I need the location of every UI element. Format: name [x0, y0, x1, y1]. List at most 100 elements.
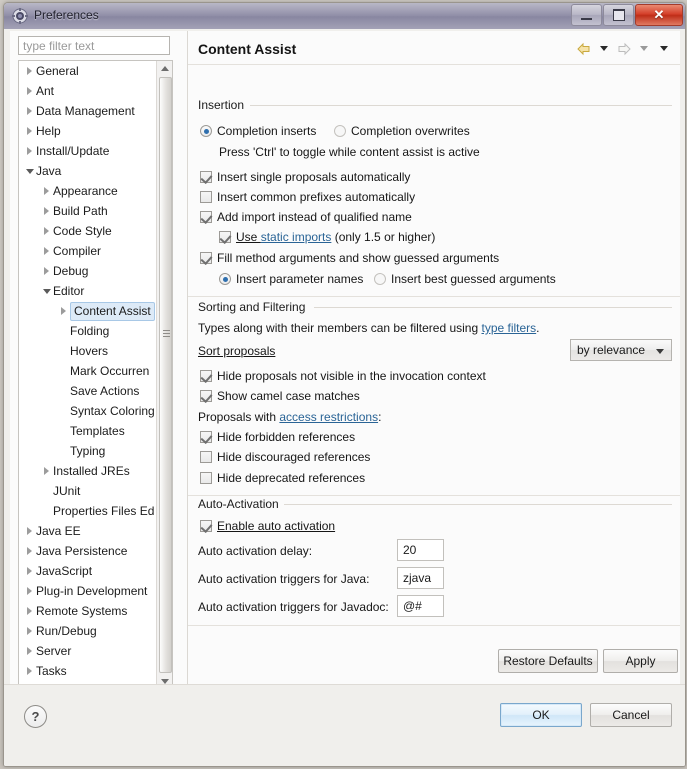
chevron-right-icon[interactable] — [25, 641, 36, 661]
back-arrow-icon[interactable] — [575, 41, 592, 56]
tree-item-editor[interactable]: Editor — [19, 281, 158, 301]
hide-deprecated-checkbox[interactable]: Hide deprecated references — [200, 471, 365, 485]
tree-item-general[interactable]: General — [19, 61, 158, 81]
hide-forbidden-checkbox[interactable]: Hide forbidden references — [200, 430, 355, 444]
tree-item-run-debug[interactable]: Run/Debug — [19, 621, 158, 641]
insert-best-guessed-radio[interactable]: Insert best guessed arguments — [374, 272, 556, 286]
chevron-right-icon[interactable] — [25, 661, 36, 675]
ok-button[interactable]: OK — [500, 703, 582, 727]
chevron-right-icon[interactable] — [59, 301, 70, 321]
javadoc-triggers-label: Auto activation triggers for Javadoc: — [198, 600, 389, 614]
use-static-imports-checkbox[interactable]: Use static imports (only 1.5 or higher) — [219, 230, 435, 244]
filter-input[interactable]: type filter text — [18, 36, 170, 55]
tree-item-java[interactable]: Java — [19, 161, 158, 181]
maximize-button[interactable] — [603, 4, 634, 26]
tree-item-javascript[interactable]: JavaScript — [19, 561, 158, 581]
forward-history-chevron-down-icon[interactable] — [635, 41, 652, 56]
tree-item-java-ee[interactable]: Java EE — [19, 521, 158, 541]
chevron-right-icon[interactable] — [42, 461, 53, 481]
chevron-right-icon[interactable] — [25, 581, 36, 601]
tree-item-installed-jres[interactable]: Installed JREs — [19, 461, 158, 481]
type-filters-link[interactable]: type filters — [481, 321, 536, 335]
chevron-down-icon[interactable] — [42, 281, 53, 301]
chevron-right-icon[interactable] — [25, 141, 36, 161]
chevron-right-icon[interactable] — [25, 561, 36, 581]
view-menu-chevron-down-icon[interactable] — [655, 41, 672, 56]
tree-item-install-update[interactable]: Install/Update — [19, 141, 158, 161]
restore-defaults-button[interactable]: Restore Defaults — [498, 649, 598, 673]
chevron-right-icon[interactable] — [25, 541, 36, 561]
tree-item-server[interactable]: Server — [19, 641, 158, 661]
back-history-chevron-down-icon[interactable] — [595, 41, 612, 56]
auto-activation-delay-input[interactable]: 20 — [397, 539, 444, 561]
tree-vertical-scrollbar[interactable] — [156, 61, 172, 689]
tree-item-help[interactable]: Help — [19, 121, 158, 141]
static-imports-link[interactable]: static imports — [261, 230, 332, 244]
chevron-right-icon[interactable] — [25, 101, 36, 121]
minimize-button[interactable] — [571, 4, 602, 26]
vertical-scroll-thumb[interactable] — [159, 77, 172, 673]
tree-item-folding[interactable]: Folding — [19, 321, 158, 341]
tree-item-tasks[interactable]: Tasks — [19, 661, 158, 675]
hide-not-visible-checkbox[interactable]: Hide proposals not visible in the invoca… — [200, 369, 486, 383]
tree-item-junit[interactable]: JUnit — [19, 481, 158, 501]
help-button[interactable]: ? — [24, 705, 47, 728]
insert-single-proposals-checkbox[interactable]: Insert single proposals automatically — [200, 170, 410, 184]
chevron-right-icon[interactable] — [25, 621, 36, 641]
chevron-right-icon[interactable] — [25, 81, 36, 101]
chevron-right-icon[interactable] — [25, 601, 36, 621]
tree-item-data-management[interactable]: Data Management — [19, 101, 158, 121]
tree-item-templates[interactable]: Templates — [19, 421, 158, 441]
javadoc-triggers-input[interactable]: @# — [397, 595, 444, 617]
enable-auto-activation-checkbox[interactable]: Enable auto activation — [200, 519, 335, 533]
add-import-checkbox[interactable]: Add import instead of qualified name — [200, 210, 412, 224]
tree-item-plug-in-development[interactable]: Plug-in Development — [19, 581, 158, 601]
cancel-button[interactable]: Cancel — [590, 703, 672, 727]
close-button[interactable]: ✕ — [635, 4, 683, 26]
completion-overwrites-radio[interactable]: Completion overwrites — [334, 124, 470, 138]
show-camel-case-checkbox[interactable]: Show camel case matches — [200, 389, 360, 403]
chevron-right-icon[interactable] — [42, 221, 53, 241]
tree-item-hovers[interactable]: Hovers — [19, 341, 158, 361]
access-restrictions-link[interactable]: access restrictions — [279, 410, 378, 424]
tree-item-remote-systems[interactable]: Remote Systems — [19, 601, 158, 621]
chevron-right-icon[interactable] — [42, 181, 53, 201]
tree-item-content-assist[interactable]: Content Assist — [19, 301, 158, 321]
sorting-bottom-separator — [188, 495, 680, 496]
apply-button[interactable]: Apply — [603, 649, 678, 673]
insert-parameter-names-radio[interactable]: Insert parameter names — [219, 272, 363, 286]
chevron-right-icon[interactable] — [42, 261, 53, 281]
tree-item-appearance[interactable]: Appearance — [19, 181, 158, 201]
hide-deprecated-label: Hide deprecated references — [217, 471, 366, 485]
sort-proposals-dropdown[interactable]: by relevance — [570, 339, 672, 361]
hide-discouraged-checkbox[interactable]: Hide discouraged references — [200, 450, 370, 464]
tree-item-java-persistence[interactable]: Java Persistence — [19, 541, 158, 561]
tree-item-compiler[interactable]: Compiler — [19, 241, 158, 261]
chevron-right-icon[interactable] — [25, 521, 36, 541]
insert-common-prefixes-checkbox[interactable]: Insert common prefixes automatically — [200, 190, 415, 204]
completion-inserts-radio[interactable]: Completion inserts — [200, 124, 316, 138]
tree-item-label: Syntax Coloring — [70, 404, 155, 418]
tree-item-code-style[interactable]: Code Style — [19, 221, 158, 241]
tree-item-properties-files-ed[interactable]: Properties Files Ed — [19, 501, 158, 521]
tree-item-ant[interactable]: Ant — [19, 81, 158, 101]
chevron-right-icon[interactable] — [42, 241, 53, 261]
tree-item-build-path[interactable]: Build Path — [19, 201, 158, 221]
auto-activation-group-label: Auto-Activation — [198, 497, 284, 511]
fill-method-arguments-checkbox[interactable]: Fill method arguments and show guessed a… — [200, 251, 499, 265]
tree-item-syntax-coloring[interactable]: Syntax Coloring — [19, 401, 158, 421]
chevron-right-icon[interactable] — [25, 61, 36, 81]
tree-item-debug[interactable]: Debug — [19, 261, 158, 281]
preferences-tree[interactable]: General Ant Data Management Help Install/Upd… — [18, 60, 173, 690]
forward-arrow-icon[interactable] — [615, 41, 632, 56]
tree-item-save-actions[interactable]: Save Actions — [19, 381, 158, 401]
scroll-up-button[interactable] — [157, 61, 172, 76]
tree-item-typing[interactable]: Typing — [19, 441, 158, 461]
title-bar[interactable]: Preferences ✕ — [4, 3, 685, 30]
chevron-right-icon[interactable] — [42, 201, 53, 221]
chevron-right-icon[interactable] — [25, 121, 36, 141]
tree-item-mark-occurren[interactable]: Mark Occurren — [19, 361, 158, 381]
tree-item-label: Remote Systems — [36, 604, 128, 618]
java-triggers-input[interactable]: zjava — [397, 567, 444, 589]
chevron-down-icon[interactable] — [25, 161, 36, 181]
